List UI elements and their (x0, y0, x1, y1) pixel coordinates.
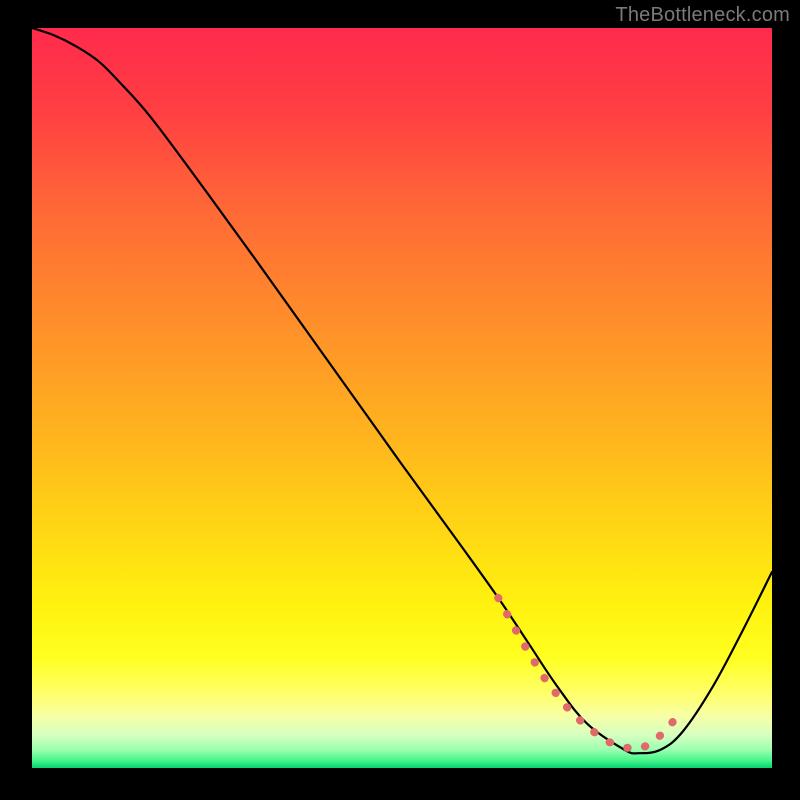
plot-background (32, 28, 772, 768)
chart-container: TheBottleneck.com (0, 0, 800, 800)
bottleneck-chart (0, 0, 800, 800)
watermark-text: TheBottleneck.com (615, 4, 790, 27)
